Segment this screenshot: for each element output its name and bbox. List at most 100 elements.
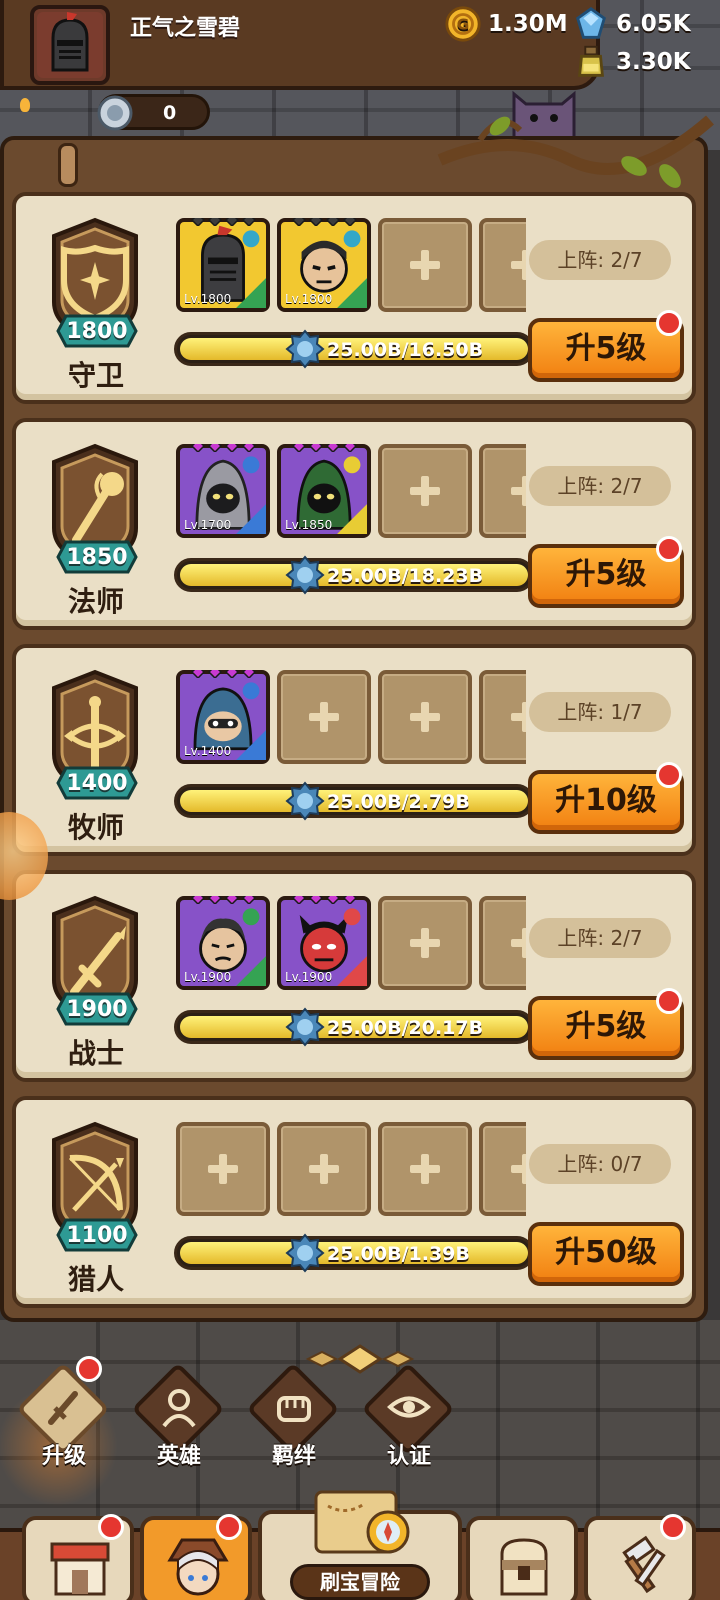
token-counter[interactable]: 0	[97, 94, 210, 131]
tab-bond-fist[interactable]: 羁绊	[246, 1362, 342, 1480]
hero-notice-dot	[216, 1514, 242, 1540]
class-level-badge: 1800	[56, 314, 138, 348]
plus-icon	[511, 476, 526, 506]
crystal-gear-icon	[285, 1233, 325, 1273]
hero-slot[interactable]: Lv.1850	[277, 444, 371, 538]
plus-icon	[410, 250, 440, 280]
svg-text:G: G	[457, 16, 469, 34]
hero-level: Lv.1850	[285, 518, 333, 532]
empty-hero-slot[interactable]	[479, 896, 526, 990]
plus-icon	[410, 1154, 440, 1184]
progress-text: 25.00B/2.79B	[327, 791, 470, 813]
upgrade-progress-bar: 25.00B/2.79B	[174, 781, 534, 821]
tab-eye[interactable]: 认证	[361, 1362, 457, 1480]
bond-fist-icon	[271, 1384, 317, 1430]
deploy-count: 上阵: 2/7	[529, 918, 671, 958]
forge-nav-button[interactable]	[584, 1514, 696, 1600]
upgrade-progress-bar: 25.00B/18.23B	[174, 555, 534, 595]
adventure-label: 刷宝冒险	[290, 1564, 430, 1600]
plus-icon	[511, 1154, 526, 1184]
class-card: 1100 猎人 上阵: 0/7 25.00B/1.39B 升50级	[12, 1096, 696, 1308]
coin-amount: 1.30M	[488, 11, 568, 37]
tab-hero[interactable]: 英雄	[131, 1362, 227, 1480]
class-card: 1800 守卫 Lv.1800 Lv.1800 上阵: 2/7 25.00B/16.50B…	[12, 192, 696, 404]
empty-hero-slot[interactable]	[378, 896, 472, 990]
plus-icon	[410, 928, 440, 958]
plus-icon	[410, 702, 440, 732]
coin-counter[interactable]: G 1.30M	[444, 4, 568, 44]
empty-hero-slot[interactable]	[277, 1122, 371, 1216]
class-card: 1900 战士 Lv.1900 Lv.1900 上阵: 2/7 25.00B/20.17B…	[12, 870, 696, 1082]
shop-icon	[50, 1542, 110, 1596]
hero-slot[interactable]: Lv.1800	[277, 218, 371, 312]
treasure-map-icon	[314, 1490, 410, 1554]
class-level-value: 1800	[66, 319, 128, 344]
rope-knot	[58, 143, 78, 187]
hero-level: Lv.1800	[184, 292, 232, 306]
forge-hammer-icon	[622, 1535, 666, 1594]
forge-notice-dot	[660, 1514, 686, 1540]
empty-hero-slot[interactable]	[378, 670, 472, 764]
upgrade-notice-dot	[656, 762, 682, 788]
class-level-badge: 1100	[56, 1218, 138, 1252]
class-name: 战士	[67, 1037, 124, 1070]
hero-level: Lv.1700	[184, 518, 232, 532]
progress-text: 25.00B/18.23B	[327, 565, 484, 587]
class-level-value: 1850	[66, 545, 128, 570]
plus-icon	[511, 928, 526, 958]
crystal-amount: 6.05K	[616, 11, 691, 37]
potion-amount: 3.30K	[616, 49, 691, 75]
hero-nav-button[interactable]	[140, 1514, 252, 1600]
hero-slot-row: Lv.1700 Lv.1850	[176, 444, 526, 544]
upgrade-button[interactable]: 升50级	[528, 1222, 684, 1286]
empty-hero-slot[interactable]	[378, 218, 472, 312]
upgrade-progress-bar: 25.00B/20.17B	[174, 1007, 534, 1047]
empty-hero-slot[interactable]	[176, 1122, 270, 1216]
hero-level: Lv.1400	[184, 744, 232, 758]
tab-label: 升级	[41, 1444, 86, 1469]
empty-hero-slot[interactable]	[479, 218, 526, 312]
hero-slot[interactable]: Lv.1900	[277, 896, 371, 990]
class-level-value: 1400	[66, 771, 128, 796]
hero-portrait-icon	[167, 1538, 229, 1596]
empty-hero-slot[interactable]	[479, 444, 526, 538]
backpack-nav-button[interactable]	[466, 1516, 578, 1600]
crystal-gear-icon	[285, 1007, 325, 1047]
crystal-icon	[576, 7, 606, 39]
top-header: 正气之雪碧 G 1.30M 6.05K 3.30K 0	[0, 0, 720, 140]
upgrade-sword-icon	[41, 1384, 87, 1430]
eye-icon	[386, 1384, 432, 1430]
hero-level: Lv.1800	[285, 292, 333, 306]
hero-slot-row: Lv.1800 Lv.1800	[176, 218, 526, 318]
player-name: 正气之雪碧	[130, 16, 241, 41]
hero-slot[interactable]: Lv.1800	[176, 218, 270, 312]
tab-upgrade-sword[interactable]: 升级	[16, 1356, 112, 1480]
empty-hero-slot[interactable]	[378, 1122, 472, 1216]
backpack-icon	[500, 1538, 548, 1596]
potion-counter[interactable]: 3.30K	[572, 42, 691, 82]
potion-jar-icon	[578, 45, 604, 77]
plus-icon	[309, 1154, 339, 1184]
hero-slot[interactable]: Lv.1700	[176, 444, 270, 538]
upgrade-notice-dot	[656, 536, 682, 562]
deploy-count: 上阵: 2/7	[529, 466, 671, 506]
class-card: 1850 法师 Lv.1700 Lv.1850 上阵: 2/7 25.00B/18.23B…	[12, 418, 696, 630]
knight-helmet-icon	[37, 12, 103, 78]
upgrade-progress-bar: 25.00B/16.50B	[174, 329, 534, 369]
empty-hero-slot[interactable]	[277, 670, 371, 764]
shop-notice-dot	[98, 1514, 124, 1540]
plus-icon	[511, 250, 526, 280]
player-avatar[interactable]	[30, 5, 110, 85]
empty-hero-slot[interactable]	[479, 670, 526, 764]
crystal-counter[interactable]: 6.05K	[572, 4, 691, 44]
class-card: 1400 牧师 Lv.1400 上阵: 1/7 25.00B/2.79B 升10级	[12, 644, 696, 856]
hero-slot[interactable]: Lv.1400	[176, 670, 270, 764]
deploy-count: 上阵: 2/7	[529, 240, 671, 280]
class-name: 法师	[67, 585, 124, 618]
hero-slot[interactable]: Lv.1900	[176, 896, 270, 990]
deploy-count: 上阵: 0/7	[529, 1144, 671, 1184]
shop-nav-button[interactable]	[22, 1514, 134, 1600]
empty-hero-slot[interactable]	[479, 1122, 526, 1216]
empty-hero-slot[interactable]	[378, 444, 472, 538]
crystal-gear-icon	[285, 329, 325, 369]
